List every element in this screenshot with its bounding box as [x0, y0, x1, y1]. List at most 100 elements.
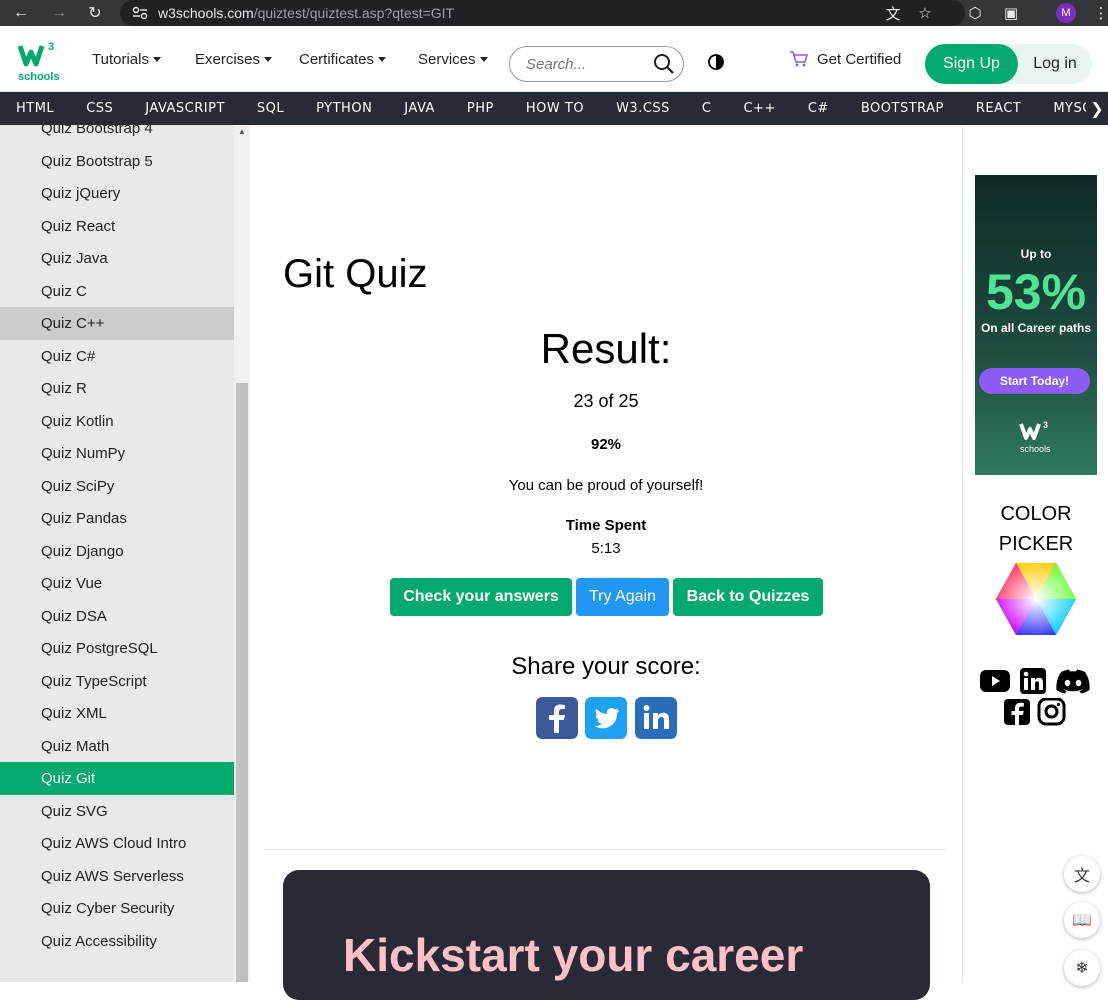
sidebar-item-quiz-git[interactable]: Quiz Git	[0, 762, 234, 795]
bookmark-star-icon[interactable]: ☆	[912, 0, 938, 26]
right-sidebar: Up to 53% On all Career paths Start Toda…	[962, 125, 1108, 982]
w3schools-logo[interactable]: 3 schools	[14, 40, 64, 84]
sidebar-item-quiz-bootstrap-5[interactable]: Quiz Bootstrap 5	[0, 145, 234, 178]
discord-icon[interactable]	[1055, 667, 1091, 695]
dark-mode-toggle-icon[interactable]	[708, 54, 724, 70]
sign-up-button[interactable]: Sign Up	[925, 44, 1018, 84]
linkedin-share-icon[interactable]	[635, 697, 677, 739]
sidebar-item-quiz-cyber-security[interactable]: Quiz Cyber Security	[0, 892, 234, 925]
sidebar-item-quiz-java[interactable]: Quiz Java	[0, 242, 234, 275]
lang-link-sql[interactable]: SQL	[241, 101, 300, 116]
scroll-up-arrow-icon[interactable]: ▲	[236, 127, 248, 137]
lang-link-w3-css[interactable]: W3.CSS	[600, 101, 686, 116]
profile-avatar[interactable]: M	[1053, 0, 1079, 26]
lang-link-html[interactable]: HTML	[0, 101, 70, 116]
sidebar-item-quiz-postgresql[interactable]: Quiz PostgreSQL	[0, 632, 234, 665]
sidebar-item-quiz-jquery[interactable]: Quiz jQuery	[0, 177, 234, 210]
ad-subtitle: On all Career paths	[980, 321, 1092, 335]
check-answers-button[interactable]: Check your answers	[390, 578, 572, 616]
lang-link-how-to[interactable]: HOW TO	[510, 101, 600, 116]
sidebar-item-quiz-xml[interactable]: Quiz XML	[0, 697, 234, 730]
lang-link-c[interactable]: C	[686, 101, 728, 116]
extension-icon[interactable]: ⬡	[962, 0, 988, 26]
sidebar-item-quiz-aws-cloud-intro[interactable]: Quiz AWS Cloud Intro	[0, 827, 234, 860]
sidebar-item-quiz-c[interactable]: Quiz C	[0, 275, 234, 308]
get-certified-link[interactable]: Get Certified	[789, 26, 901, 92]
sidebar-item-quiz-svg[interactable]: Quiz SVG	[0, 795, 234, 828]
sidebar-item-quiz-numpy[interactable]: Quiz NumPy	[0, 437, 234, 470]
site-settings-icon[interactable]	[132, 6, 148, 20]
back-arrow-icon[interactable]: ←	[8, 0, 34, 26]
reload-icon[interactable]: ↻	[82, 0, 108, 26]
facebook-share-icon[interactable]	[536, 697, 578, 739]
sidebar-item-quiz-react[interactable]: Quiz React	[0, 210, 234, 243]
chevron-right-icon[interactable]: ❯	[1086, 92, 1108, 125]
language-nav-bar: HTML CSS JAVASCRIPT SQL PYTHON JAVA PHP HOW TO W…	[0, 92, 1108, 125]
sidebar-scrollbar-thumb[interactable]	[236, 383, 248, 982]
sidebar-item-quiz-math[interactable]: Quiz Math	[0, 730, 234, 763]
search-icon[interactable]	[653, 53, 675, 75]
ai-brain-fab-icon[interactable]: ❄	[1064, 950, 1100, 986]
sidebar-item-quiz-django[interactable]: Quiz Django	[0, 535, 234, 568]
lang-link-java[interactable]: JAVA	[388, 101, 451, 116]
menu-tutorials[interactable]: Tutorials	[92, 26, 161, 92]
translate-icon[interactable]: 文	[880, 0, 906, 26]
lang-link-css[interactable]: CSS	[70, 101, 129, 116]
ad-logo-sup: 3	[1043, 420, 1048, 430]
sidebar-item-quiz-typescript[interactable]: Quiz TypeScript	[0, 665, 234, 698]
get-certified-label: Get Certified	[817, 50, 902, 68]
facebook-icon[interactable]	[1001, 698, 1033, 726]
time-spent-label: Time Spent	[565, 517, 647, 534]
site-header: 3 schools Tutorials Exercises Certificat…	[0, 26, 1108, 92]
lang-link-c-[interactable]: C#	[792, 101, 845, 116]
share-heading: Share your score:	[511, 653, 701, 680]
menu-certificates[interactable]: Certificates	[299, 26, 387, 92]
sidebar-item-quiz-accessibility[interactable]: Quiz Accessibility	[0, 925, 234, 958]
sidebar-item-quiz-c-[interactable]: Quiz C++	[0, 307, 234, 340]
forward-arrow-icon[interactable]: →	[46, 0, 72, 26]
lang-link-javascript[interactable]: JAVASCRIPT	[129, 101, 241, 116]
log-in-button[interactable]: Log in	[1018, 44, 1092, 84]
color-picker-title[interactable]: COLOR PICKER	[963, 499, 1108, 559]
career-ad[interactable]: Up to 53% On all Career paths Start Toda…	[975, 175, 1097, 475]
back-to-quizzes-button[interactable]: Back to Quizzes	[673, 578, 823, 616]
color-picker-line1: COLOR	[1000, 503, 1072, 525]
instagram-icon[interactable]	[1035, 698, 1067, 726]
sidebar-item-quiz-c-[interactable]: Quiz C#	[0, 340, 234, 373]
address-bar[interactable]: w3schools.com/quiztest/quiztest.asp?qtes…	[120, 0, 965, 26]
youtube-icon[interactable]	[979, 667, 1011, 695]
sidebar-item-quiz-vue[interactable]: Quiz Vue	[0, 567, 234, 600]
lang-link-python[interactable]: PYTHON	[300, 101, 388, 116]
lang-link-bootstrap[interactable]: BOOTSTRAP	[845, 101, 960, 116]
search-input[interactable]	[526, 55, 646, 73]
menu-services[interactable]: Services	[418, 26, 488, 92]
menu-exercises[interactable]: Exercises	[195, 26, 273, 92]
banner-heading: Kickstart your career	[343, 929, 804, 981]
sidebar-item-quiz-scipy[interactable]: Quiz SciPy	[0, 470, 234, 503]
ad-start-today-button[interactable]: Start Today!	[979, 368, 1090, 394]
kebab-menu-icon[interactable]: ⋮	[1088, 0, 1108, 26]
sidebar-item-quiz-kotlin[interactable]: Quiz Kotlin	[0, 405, 234, 438]
sidebar-item-quiz-bootstrap-4[interactable]: Quiz Bootstrap 4	[0, 125, 234, 145]
lang-link-react[interactable]: REACT	[960, 101, 1037, 116]
menu-exercises-label: Exercises	[195, 50, 261, 68]
reader-mode-fab-icon[interactable]: 📖	[1064, 902, 1100, 938]
twitter-share-icon[interactable]	[585, 697, 627, 739]
lang-link-c-[interactable]: C++	[727, 101, 791, 116]
avatar-letter: M	[1056, 3, 1076, 23]
translate-fab-icon[interactable]: 文	[1064, 856, 1100, 892]
sidebar-item-quiz-aws-serverless[interactable]: Quiz AWS Serverless	[0, 860, 234, 893]
puzzle-extensions-icon[interactable]: ▣	[998, 0, 1024, 26]
color-picker-hexagon-icon[interactable]	[996, 563, 1076, 635]
score-text: 23 of 25	[573, 391, 639, 411]
lang-link-php[interactable]: PHP	[451, 101, 510, 116]
career-banner: Kickstart your career	[283, 870, 930, 1000]
sidebar-item-quiz-dsa[interactable]: Quiz DSA	[0, 600, 234, 633]
search-box	[509, 46, 684, 82]
linkedin-icon[interactable]	[1017, 667, 1049, 695]
try-again-button[interactable]: Try Again	[576, 578, 669, 616]
w3-logo-icon: 3 schools	[17, 41, 60, 83]
sidebar-item-quiz-pandas[interactable]: Quiz Pandas	[0, 502, 234, 535]
sidebar-item-quiz-r[interactable]: Quiz R	[0, 372, 234, 405]
time-spent-value: 5:13	[591, 540, 621, 557]
